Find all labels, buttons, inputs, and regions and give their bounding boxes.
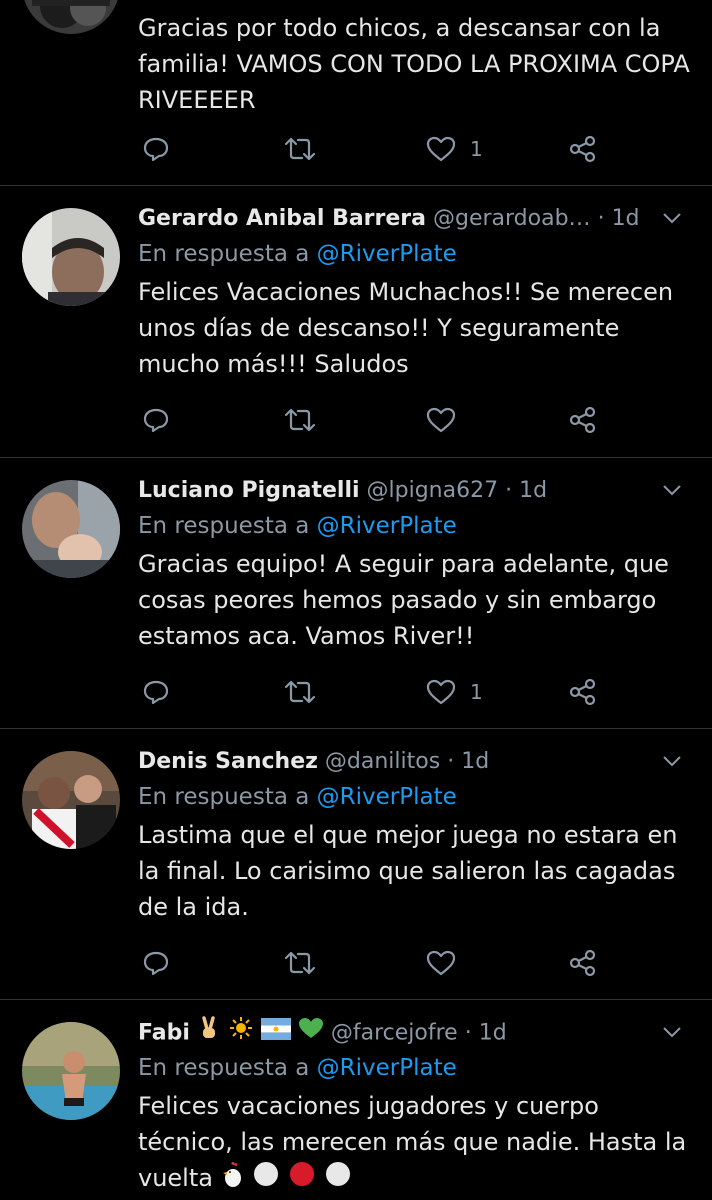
name-emojis (197, 1016, 324, 1051)
reply-context: En respuesta a @RiverPlate (138, 1050, 690, 1086)
tweet-header: Luciano Pignatelli @lpigna627 · 1d (138, 474, 690, 508)
separator-dot: · (464, 1020, 472, 1046)
like-button[interactable]: 1 (426, 131, 483, 167)
display-name[interactable]: Luciano Pignatelli (138, 478, 360, 503)
reply-prefix: En respuesta a (138, 241, 310, 267)
tweet-time[interactable]: 1d (461, 749, 489, 774)
avatar[interactable] (22, 208, 120, 306)
retweet-icon (284, 408, 316, 432)
retweet-button[interactable] (284, 131, 316, 167)
chevron-down-icon[interactable] (660, 478, 684, 502)
display-name[interactable]: Gerardo Anibal Barrera (138, 206, 426, 231)
heart-icon (426, 679, 456, 705)
share-icon (569, 135, 596, 163)
user-handle[interactable]: @farcejofre (331, 1021, 458, 1046)
reply-button[interactable] (142, 131, 170, 167)
tweet-card[interactable]: Gracias por todo chicos, a descansar con… (0, 0, 712, 186)
reply-mention-link[interactable]: @RiverPlate (317, 1055, 457, 1081)
sun-icon (229, 1017, 252, 1039)
like-button[interactable] (426, 402, 470, 438)
retweet-button[interactable] (284, 674, 316, 710)
retweet-button[interactable] (284, 945, 316, 981)
reply-prefix: En respuesta a (138, 784, 310, 810)
chevron-down-icon[interactable] (660, 206, 684, 230)
tweet-header: Denis Sanchez @danilitos · 1d (138, 745, 690, 779)
tweet-header: Fabi @farcejofre · 1d (138, 1016, 690, 1050)
avatar[interactable] (22, 751, 120, 849)
reply-context: En respuesta a @RiverPlate (138, 508, 690, 544)
tweet-card[interactable]: Gerardo Anibal Barrera @gerardoab… · 1d … (0, 186, 712, 458)
like-count: 1 (470, 680, 483, 704)
tweet-text: Felices Vacaciones Muchachos!! Se merece… (138, 278, 674, 378)
avatar[interactable] (22, 480, 120, 578)
like-button[interactable] (426, 945, 470, 981)
user-handle[interactable]: @danilitos (325, 749, 440, 774)
reply-mention-link[interactable]: @RiverPlate (317, 241, 457, 267)
like-button[interactable]: 1 (426, 674, 483, 710)
heart-icon (426, 407, 456, 433)
like-count: 1 (470, 137, 483, 161)
tweet-header: Gerardo Anibal Barrera @gerardoab… · 1d (138, 202, 690, 236)
green-heart-icon (298, 1018, 323, 1038)
text-emojis (221, 1160, 352, 1198)
tweet-card[interactable]: Luciano Pignatelli @lpigna627 · 1d En re… (0, 458, 712, 729)
chevron-down-icon[interactable] (660, 749, 684, 773)
reply-mention-link[interactable]: @RiverPlate (317, 784, 457, 810)
display-name[interactable]: Fabi (138, 1021, 190, 1046)
argentina-flag-icon (260, 1018, 291, 1040)
heart-icon (426, 950, 456, 976)
tweet-actions (138, 945, 608, 981)
reply-mention-link[interactable]: @RiverPlate (317, 513, 457, 539)
user-handle[interactable]: @gerardoab… (433, 206, 591, 231)
display-name[interactable]: Denis Sanchez (138, 749, 318, 774)
reply-icon (143, 408, 169, 433)
red-circle-icon (289, 1162, 314, 1186)
chevron-down-icon[interactable] (660, 1020, 684, 1044)
white-circle-icon (325, 1162, 350, 1186)
reply-icon (143, 951, 169, 976)
separator-dot: · (447, 749, 455, 774)
tweet-card[interactable]: Denis Sanchez @danilitos · 1d En respues… (0, 729, 712, 1000)
reply-icon (143, 137, 169, 162)
retweet-icon (284, 680, 316, 704)
tweet-actions: 1 (138, 674, 608, 710)
tweet-card[interactable]: Fabi @farcejofre · 1d En respuesta a @Ri… (0, 1000, 712, 1200)
share-icon (569, 949, 596, 977)
share-button[interactable] (568, 674, 598, 710)
tweet-text: Lastima que el que mejor juega no estara… (138, 821, 678, 921)
reply-button[interactable] (142, 945, 170, 981)
reply-button[interactable] (142, 402, 170, 438)
reply-context: En respuesta a @RiverPlate (138, 236, 690, 272)
tweet-text: Gracias por todo chicos, a descansar con… (138, 14, 690, 114)
reply-context: En respuesta a @RiverPlate (138, 779, 690, 815)
share-button[interactable] (568, 945, 598, 981)
share-icon (569, 678, 596, 706)
white-circle-icon (254, 1162, 279, 1186)
share-icon (569, 406, 596, 434)
share-button[interactable] (568, 402, 598, 438)
separator-dot: · (597, 206, 605, 231)
reply-button[interactable] (142, 674, 170, 710)
rooster-icon (222, 1162, 241, 1187)
retweet-button[interactable] (284, 402, 316, 438)
reply-prefix: En respuesta a (138, 1055, 310, 1081)
tweet-actions: 1 (138, 131, 608, 167)
reply-icon (143, 680, 169, 705)
tweet-time[interactable]: 1d (479, 1021, 507, 1046)
share-button[interactable] (568, 131, 598, 167)
reply-prefix: En respuesta a (138, 513, 310, 539)
avatar[interactable] (22, 1022, 120, 1120)
separator-dot: · (505, 478, 513, 503)
tweet-time[interactable]: 1d (519, 478, 547, 503)
retweet-icon (284, 951, 316, 975)
victory-hand-icon (202, 1016, 215, 1038)
avatar[interactable] (22, 0, 120, 34)
retweet-icon (284, 137, 316, 161)
heart-icon (426, 136, 456, 162)
tweet-actions (138, 402, 608, 438)
tweet-text-container: Felices vacaciones jugadores y cuerpo té… (138, 1088, 690, 1198)
tweet-time[interactable]: 1d (612, 206, 640, 231)
tweet-text: Gracias equipo! A seguir para adelante, … (138, 550, 669, 650)
user-handle[interactable]: @lpigna627 (367, 478, 499, 503)
